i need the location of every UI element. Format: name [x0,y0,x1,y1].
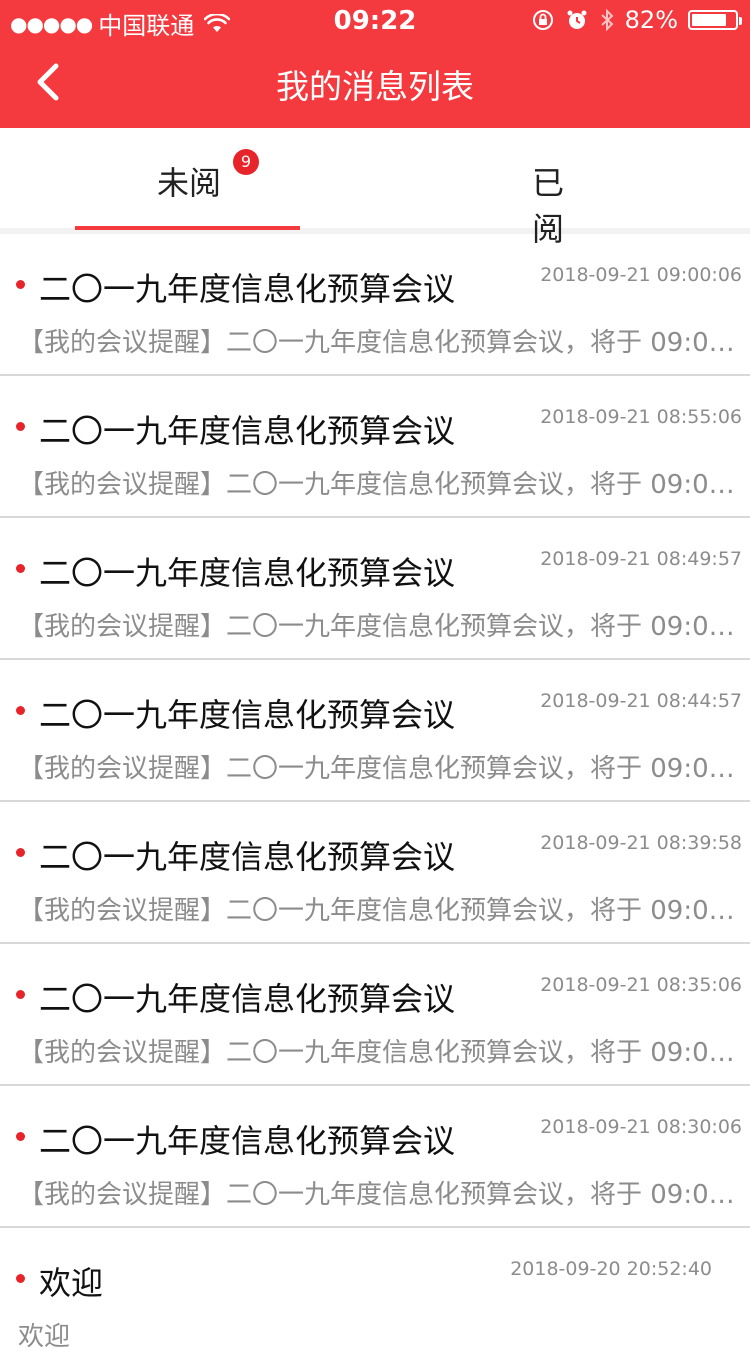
tab-bar: 未阅 9 已阅 [0,128,750,248]
status-right: 82% [531,6,742,34]
message-time: 2018-09-21 08:39:58 [540,832,742,854]
unread-dot [16,422,25,431]
page-title: 我的消息列表 [276,67,474,106]
tab-read[interactable]: 已阅 [0,128,564,248]
message-row[interactable]: 二〇一九年度信息化预算会议 2018-09-21 08:30:06 【我的会议提… [0,1086,750,1228]
message-summary: 【我的会议提醒】二〇一九年度信息化预算会议，将于 09:00... [18,896,740,926]
bluetooth-icon [600,8,614,32]
message-row[interactable]: 二〇一九年度信息化预算会议 2018-09-21 09:00:06 【我的会议提… [0,234,750,376]
unread-dot [16,848,25,857]
battery-percent: 82% [624,6,678,34]
unread-dot [16,990,25,999]
battery-level [692,14,727,26]
message-title: 二〇一九年度信息化预算会议 [39,1122,456,1160]
message-time: 2018-09-21 08:49:57 [540,548,742,570]
message-summary: 【我的会议提醒】二〇一九年度信息化预算会议，将于 09:00... [18,1038,740,1068]
unread-dot [16,280,25,289]
unread-dot [16,564,25,573]
message-row[interactable]: 二〇一九年度信息化预算会议 2018-09-21 08:35:06 【我的会议提… [0,944,750,1086]
message-time: 2018-09-20 20:52:40 [510,1258,712,1280]
message-row[interactable]: 欢迎 2018-09-20 20:52:40 欢迎 [0,1228,750,1352]
message-row[interactable]: 二〇一九年度信息化预算会议 2018-09-21 08:55:06 【我的会议提… [0,376,750,518]
message-row[interactable]: 二〇一九年度信息化预算会议 2018-09-21 08:39:58 【我的会议提… [0,802,750,944]
message-summary: 【我的会议提醒】二〇一九年度信息化预算会议，将于 09:00... [18,612,740,642]
message-summary: 【我的会议提醒】二〇一九年度信息化预算会议，将于 09:00... [18,470,740,500]
battery-icon [688,10,742,30]
message-time: 2018-09-21 09:00:06 [540,264,742,286]
message-title: 欢迎 [39,1264,104,1302]
message-summary: 欢迎 [18,1322,71,1352]
message-list: 二〇一九年度信息化预算会议 2018-09-21 09:00:06 【我的会议提… [0,234,750,1352]
message-title: 二〇一九年度信息化预算会议 [39,270,456,308]
message-row[interactable]: 二〇一九年度信息化预算会议 2018-09-21 08:44:57 【我的会议提… [0,660,750,802]
orientation-lock-icon [532,10,553,30]
message-summary: 【我的会议提醒】二〇一九年度信息化预算会议，将于 09:00... [18,328,740,358]
message-title: 二〇一九年度信息化预算会议 [39,554,456,592]
unread-dot [16,706,25,715]
status-bar: ●●●●● 中国联通 09:22 82% [0,0,750,40]
unread-dot [16,1132,25,1141]
message-time: 2018-09-21 08:55:06 [540,406,742,428]
unread-dot [16,1274,25,1283]
message-title: 二〇一九年度信息化预算会议 [39,412,456,450]
message-title: 二〇一九年度信息化预算会议 [39,696,456,734]
app-header: ●●●●● 中国联通 09:22 82% 我的消息列表 [0,0,750,128]
nav-bar: 我的消息列表 [0,40,750,128]
message-time: 2018-09-21 08:30:06 [540,1116,742,1138]
message-title: 二〇一九年度信息化预算会议 [39,980,456,1018]
message-summary: 【我的会议提醒】二〇一九年度信息化预算会议，将于 09:00... [18,754,740,784]
alarm-icon [567,10,587,29]
message-row[interactable]: 二〇一九年度信息化预算会议 2018-09-21 08:49:57 【我的会议提… [0,518,750,660]
message-time: 2018-09-21 08:44:57 [540,690,742,712]
message-title: 二〇一九年度信息化预算会议 [39,838,456,876]
message-time: 2018-09-21 08:35:06 [540,974,742,996]
message-summary: 【我的会议提醒】二〇一九年度信息化预算会议，将于 09:00... [18,1180,740,1210]
